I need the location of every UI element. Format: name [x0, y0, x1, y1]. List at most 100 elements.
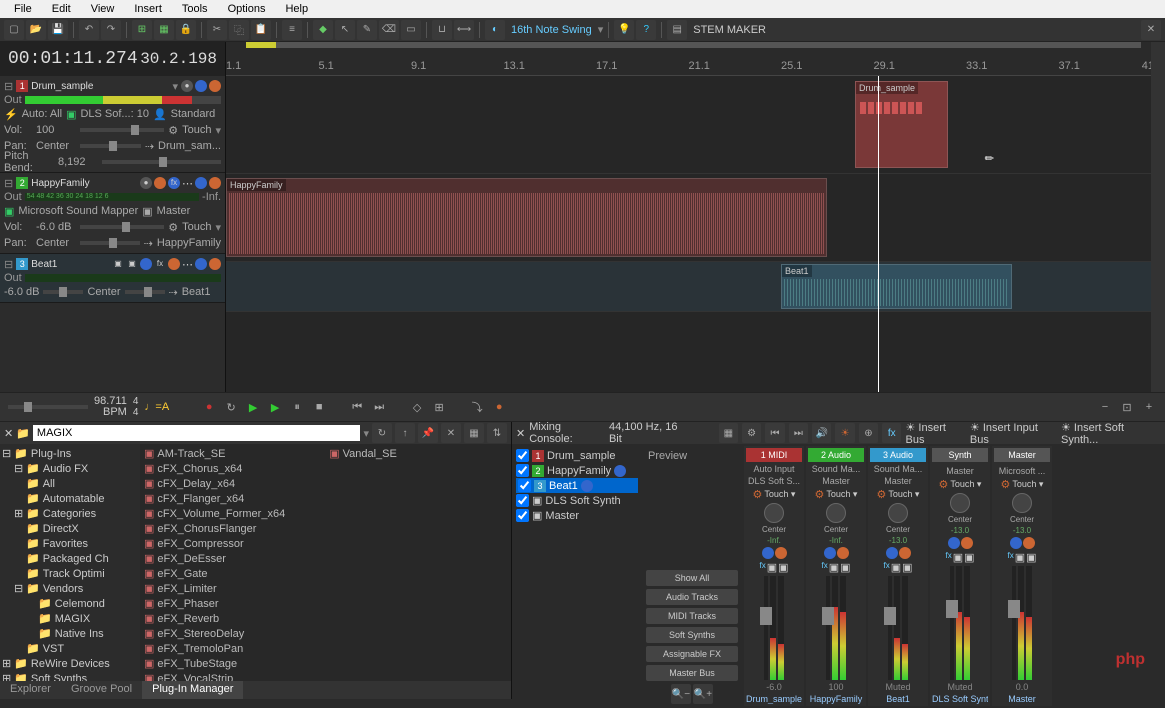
mute-icon[interactable]	[614, 465, 626, 477]
list-item[interactable]: eFX_Gate	[157, 568, 207, 580]
tempo-slider[interactable]	[8, 405, 88, 409]
tree-item[interactable]: Packaged Ch	[43, 553, 109, 565]
draw-icon[interactable]: ✎	[357, 20, 377, 40]
channel-fader[interactable]	[932, 566, 988, 680]
send2-icon[interactable]: ▣	[902, 561, 912, 574]
lane-1[interactable]: Drum_sample	[226, 76, 1151, 174]
mix-item[interactable]: HappyFamily	[547, 465, 611, 477]
channel-touch[interactable]: ⚙Touch ▾	[939, 478, 982, 491]
gear-icon[interactable]: ⚙	[742, 423, 761, 443]
arm-icon[interactable]	[168, 258, 180, 270]
pan-knob[interactable]	[826, 503, 846, 523]
device-icon[interactable]: ▣	[4, 205, 14, 218]
auto-label[interactable]: Auto: All	[22, 108, 62, 120]
channel-fader[interactable]	[994, 566, 1050, 680]
route-icon[interactable]: ⇢	[145, 140, 154, 153]
auto-icon[interactable]: ⚡	[4, 108, 18, 121]
swing-label[interactable]: 16th Note Swing	[507, 24, 596, 36]
clip-drum[interactable]: Drum_sample	[855, 81, 948, 168]
pan-knob[interactable]	[888, 503, 908, 523]
route-icon[interactable]: ⇢	[169, 286, 178, 299]
mono-icon[interactable]: ⊕	[859, 423, 878, 443]
copy-icon[interactable]: ⿻	[229, 20, 249, 40]
pan-knob[interactable]	[950, 493, 970, 513]
solo-icon[interactable]	[961, 537, 973, 549]
fx-icon[interactable]: fx	[1007, 551, 1013, 564]
gear-icon[interactable]: ⚙	[168, 221, 178, 234]
list-item[interactable]: eFX_Compressor	[157, 538, 243, 550]
menu-edit[interactable]: Edit	[42, 3, 81, 15]
mixer-tree[interactable]: 1Drum_sample 2HappyFamily 3Beat1 ▣DLS So…	[512, 444, 642, 708]
list-item[interactable]: eFX_VocalStrip	[157, 673, 233, 682]
mute-icon[interactable]	[948, 537, 960, 549]
expand-icon[interactable]: ⊟	[4, 177, 13, 190]
tree-item[interactable]: Vendors	[43, 583, 83, 595]
dim-icon[interactable]: ☀	[835, 423, 854, 443]
mixer-channel[interactable]: 2 Audio Sound Ma... Master ⚙Touch ▾ Cent…	[806, 446, 866, 706]
mute-icon[interactable]	[581, 480, 593, 492]
zoom-out-icon[interactable]: −	[1097, 399, 1113, 415]
tree-item[interactable]: ReWire Devices	[31, 658, 110, 670]
zoom-fit-icon[interactable]: ⊡	[1119, 399, 1135, 415]
pan-dest[interactable]: HappyFamily	[157, 237, 221, 249]
snap-icon[interactable]: ⊞	[132, 20, 152, 40]
mixer-channel[interactable]: Master Microsoft ... ⚙Touch ▾ Center -13…	[992, 446, 1052, 706]
filter-fx[interactable]: Assignable FX	[646, 646, 738, 662]
quantize-icon[interactable]: ◐	[485, 20, 505, 40]
list-item[interactable]: eFX_TremoloPan	[157, 643, 243, 655]
cursor-icon[interactable]: ↖	[335, 20, 355, 40]
close-icon[interactable]: ✕	[1141, 20, 1161, 40]
more-icon[interactable]: ⋯	[182, 258, 193, 271]
channel-route[interactable]: Master	[822, 476, 850, 486]
timeline-scrollbar[interactable]	[1151, 42, 1165, 392]
del-icon[interactable]: ✕	[441, 423, 461, 443]
playhead[interactable]	[878, 76, 879, 392]
track-checkbox[interactable]	[516, 494, 529, 507]
list-item[interactable]: eFX_Phaser	[157, 598, 218, 610]
tree-item[interactable]: Celemond	[55, 598, 105, 610]
fx-icon[interactable]: fx	[168, 177, 180, 189]
send2-icon[interactable]: ▣	[1026, 551, 1036, 564]
channel-route[interactable]: Microsoft ...	[999, 466, 1046, 476]
ruler[interactable]: 1.1 5.1 9.1 13.1 17.1 21.1 25.1 29.1 33.…	[226, 42, 1151, 76]
send2-icon[interactable]: ▣	[840, 561, 850, 574]
record-button[interactable]: ●	[201, 399, 217, 415]
list-item[interactable]: Vandal_SE	[343, 448, 397, 460]
time-sig[interactable]: 4 4	[133, 396, 139, 418]
opt3-icon[interactable]: ⤵	[469, 399, 485, 415]
record-icon[interactable]: ●	[140, 177, 152, 189]
tree-item[interactable]: Categories	[43, 508, 96, 520]
lane-2[interactable]: HappyFamily	[226, 174, 1151, 262]
solo-icon[interactable]	[1023, 537, 1035, 549]
record-icon[interactable]: ●	[181, 80, 193, 92]
fx-icon[interactable]: fx	[945, 551, 951, 564]
channel-fader[interactable]	[870, 576, 926, 680]
tree-item[interactable]: Plug-Ins	[31, 448, 71, 460]
send2-icon[interactable]: ▣	[778, 561, 788, 574]
lane-3[interactable]: Beat1	[226, 262, 1151, 312]
send-icon[interactable]: ▣	[1015, 551, 1025, 564]
tree-item[interactable]: DirectX	[43, 523, 79, 535]
mute-icon[interactable]	[824, 547, 836, 559]
channel-name[interactable]: Master	[994, 694, 1050, 704]
tree-item[interactable]: Automatable	[43, 493, 105, 505]
opt1-icon[interactable]: ◇	[409, 399, 425, 415]
send-icon[interactable]: ▣	[891, 561, 901, 574]
track-name[interactable]: HappyFamily	[31, 178, 137, 189]
mute2-icon[interactable]	[195, 258, 207, 270]
track-checkbox[interactable]	[516, 509, 529, 522]
filter-midi[interactable]: MIDI Tracks	[646, 608, 738, 624]
channel-route[interactable]: DLS Soft S...	[748, 476, 800, 486]
list-item[interactable]: eFX_Reverb	[157, 613, 219, 625]
mute-icon[interactable]	[140, 258, 152, 270]
timeline[interactable]: 1.1 5.1 9.1 13.1 17.1 21.1 25.1 29.1 33.…	[226, 42, 1151, 392]
mix-item[interactable]: Master	[545, 510, 579, 522]
track-2[interactable]: ⊟ 2 HappyFamily ● fx ⋯ Out 54 48 42 36 3…	[0, 173, 225, 254]
channel-name[interactable]: Drum_sample	[746, 694, 802, 704]
gear-icon[interactable]: ⚙	[168, 124, 178, 137]
channel-touch[interactable]: ⚙Touch ▾	[877, 488, 920, 501]
new-icon[interactable]: ▢	[4, 20, 24, 40]
bulb-icon[interactable]: 💡	[614, 20, 634, 40]
redo-icon[interactable]: ↷	[101, 20, 121, 40]
icon-2[interactable]: ▣	[126, 258, 138, 270]
